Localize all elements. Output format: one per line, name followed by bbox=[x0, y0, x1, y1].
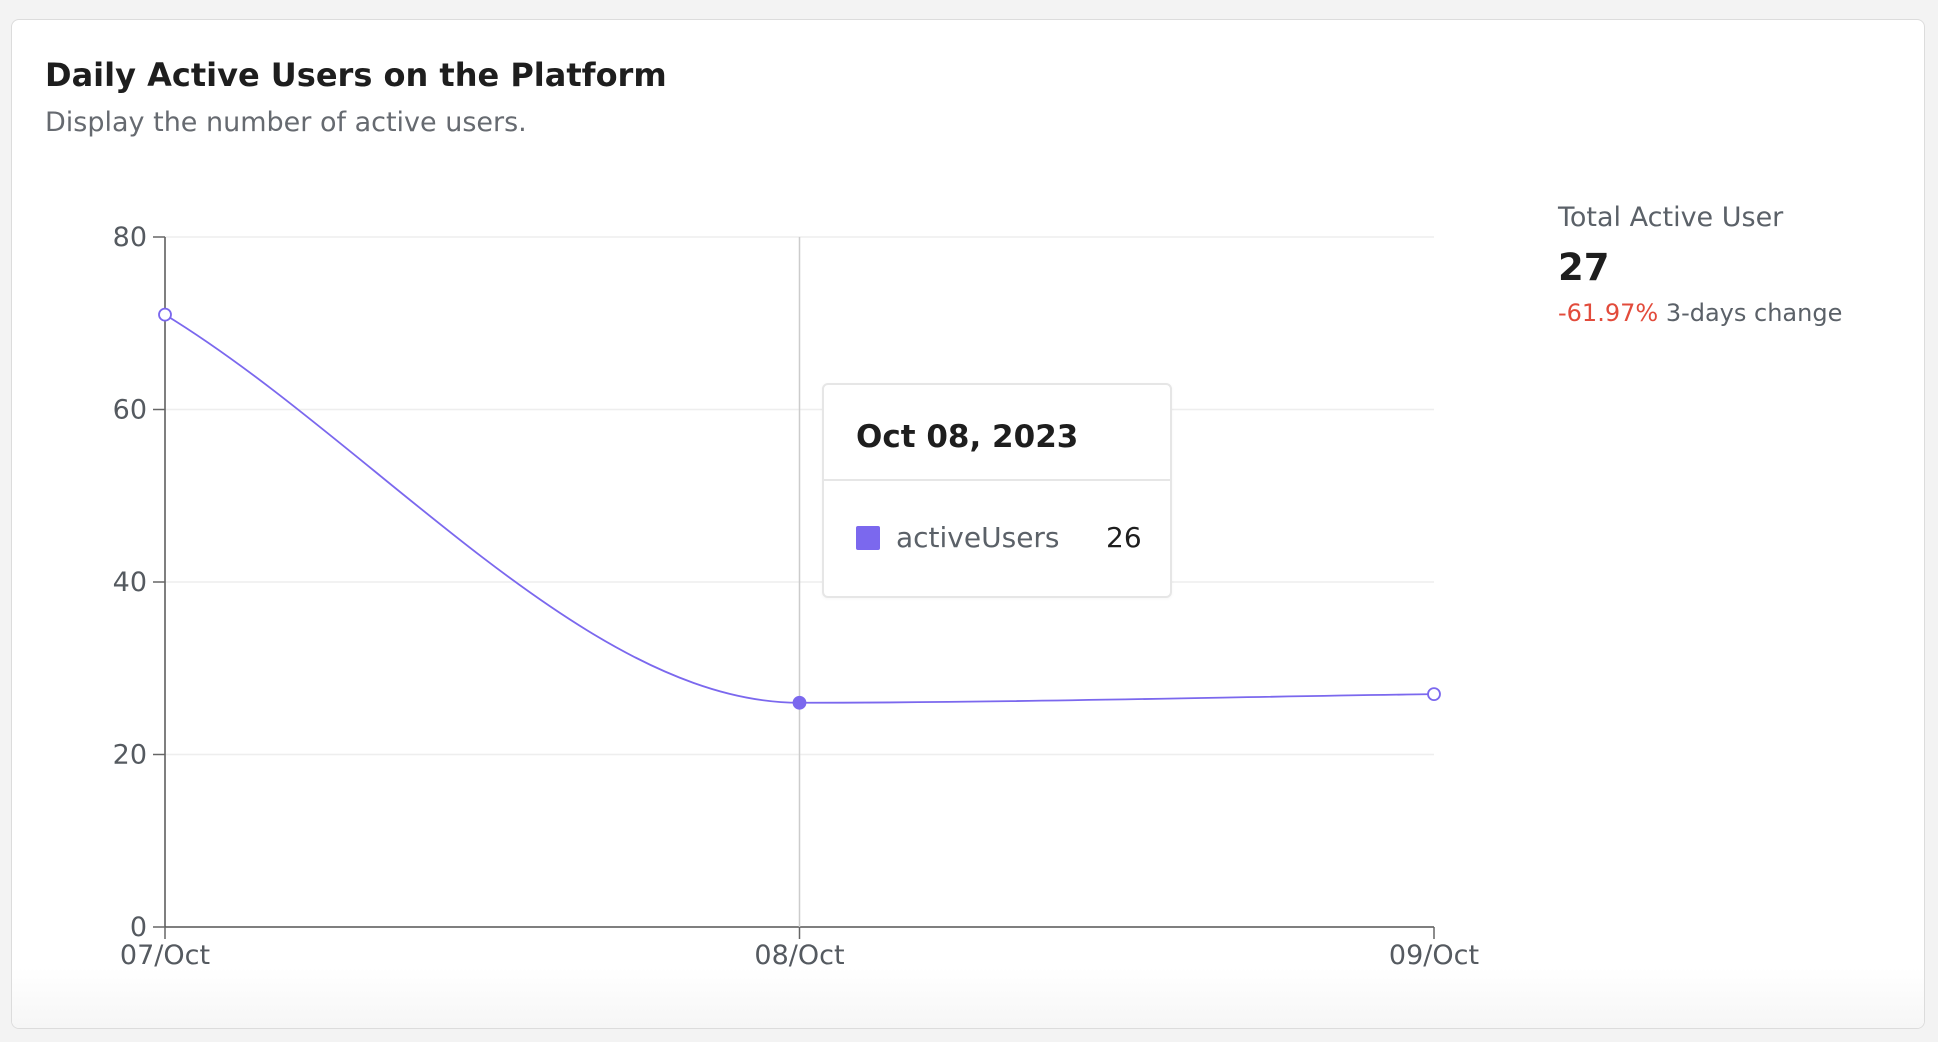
chart-card: Daily Active Users on the Platform Displ… bbox=[11, 19, 1925, 1029]
y-tick-label: 40 bbox=[113, 567, 147, 598]
x-tick-label: 07/Oct bbox=[120, 940, 210, 971]
x-tick-label: 09/Oct bbox=[1389, 940, 1479, 971]
x-tick-label: 08/Oct bbox=[754, 940, 844, 971]
card-footer-fade bbox=[12, 968, 1924, 1028]
y-tick-label: 0 bbox=[130, 912, 147, 943]
y-tick-label: 80 bbox=[113, 222, 147, 253]
summary-value: 27 bbox=[1558, 246, 1610, 289]
tooltip-value: 26 bbox=[1106, 521, 1142, 554]
data-point bbox=[1427, 687, 1441, 702]
data-point bbox=[158, 307, 172, 322]
y-axis-ticks: 0 20 40 60 80 bbox=[113, 222, 165, 943]
active-data-point bbox=[792, 695, 807, 710]
tooltip-date: Oct 08, 2023 bbox=[824, 385, 1170, 481]
change-percent: -61.97% bbox=[1558, 299, 1659, 327]
tooltip-series-name: activeUsers bbox=[896, 521, 1060, 554]
change-text: 3-days change bbox=[1665, 299, 1843, 327]
y-tick-label: 60 bbox=[113, 395, 147, 426]
summary-change: -61.97% 3-days change bbox=[1558, 299, 1842, 327]
x-axis-ticks: 07/Oct 08/Oct 09/Oct bbox=[120, 927, 1479, 971]
tooltip-row: activeUsers 26 bbox=[856, 521, 1142, 554]
y-tick-label: 20 bbox=[113, 740, 147, 771]
summary-label: Total Active User bbox=[1558, 202, 1784, 233]
series-swatch-icon bbox=[856, 525, 880, 550]
chart-tooltip: Oct 08, 2023 activeUsers 26 bbox=[822, 383, 1172, 598]
